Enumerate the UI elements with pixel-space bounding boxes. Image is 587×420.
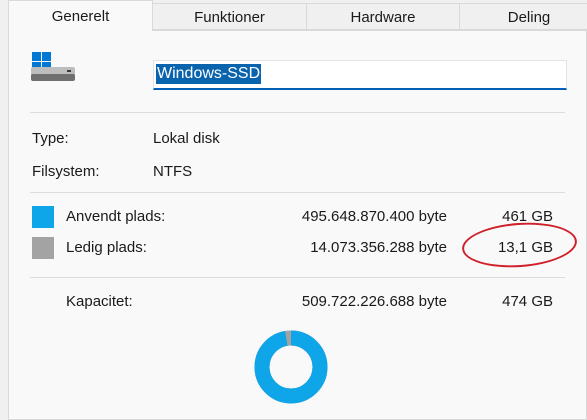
tab-bar: Funktioner Hardware Deling Generelt bbox=[0, 0, 587, 31]
capacity-label: Kapacitet: bbox=[66, 293, 133, 310]
tab-generelt[interactable]: Generelt bbox=[8, 0, 153, 31]
filesystem-label: Filsystem: bbox=[32, 163, 100, 180]
tab-deling[interactable]: Deling bbox=[459, 3, 587, 30]
divider bbox=[30, 192, 565, 193]
used-space-label: Anvendt plads: bbox=[66, 208, 166, 225]
capacity-size: 474 GB bbox=[502, 293, 553, 310]
type-value: Lokal disk bbox=[153, 130, 220, 147]
used-space-bytes: 495.648.870.400 byte bbox=[301, 208, 447, 225]
type-label: Type: bbox=[32, 130, 69, 147]
free-space-label: Ledig plads: bbox=[66, 239, 147, 256]
divider bbox=[30, 277, 565, 278]
drive-name-text: Windows-SSD bbox=[156, 64, 262, 84]
drive-name-input[interactable]: Windows-SSD bbox=[153, 60, 567, 90]
donut-used-segment bbox=[254, 330, 328, 404]
tab-funktioner[interactable]: Funktioner bbox=[152, 3, 307, 30]
used-space-swatch bbox=[32, 206, 54, 228]
free-space-bytes: 14.073.356.288 byte bbox=[310, 239, 447, 256]
usage-donut-chart bbox=[254, 330, 328, 404]
capacity-bytes: 509.722.226.688 byte bbox=[301, 293, 447, 310]
divider bbox=[30, 112, 565, 113]
filesystem-value: NTFS bbox=[153, 163, 193, 180]
free-space-swatch bbox=[32, 237, 54, 259]
drive-icon bbox=[30, 52, 76, 86]
tab-hardware[interactable]: Hardware bbox=[306, 3, 460, 30]
